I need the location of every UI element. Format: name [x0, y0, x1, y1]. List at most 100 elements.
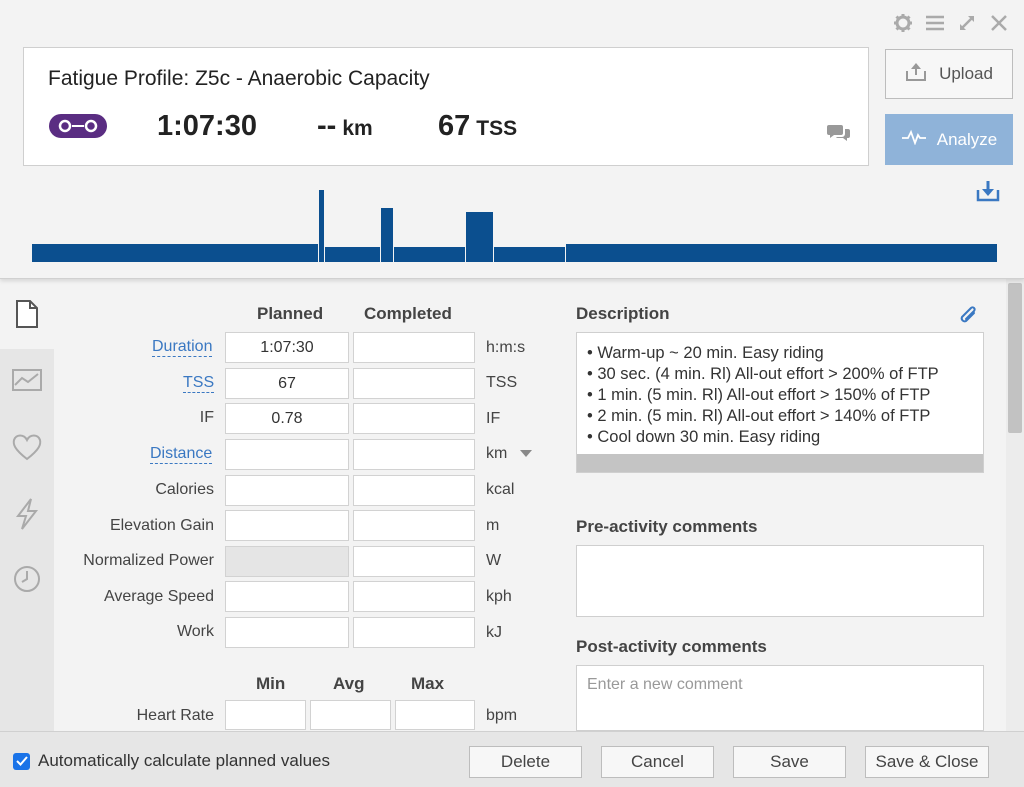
normalized-power-completed-input[interactable]: [353, 546, 475, 577]
close-icon[interactable]: [988, 12, 1010, 34]
sidebar: [0, 279, 54, 731]
document-icon: [16, 300, 38, 328]
tss-metric: 67 TSS: [438, 110, 517, 143]
chevron-down-icon[interactable]: [520, 450, 532, 457]
distance-planned-input[interactable]: [225, 439, 349, 470]
workout-segment-bar[interactable]: [466, 212, 493, 262]
workout-segment-bar[interactable]: [325, 247, 380, 262]
cancel-button[interactable]: Cancel: [601, 746, 714, 778]
tss-completed-input[interactable]: [353, 368, 475, 399]
duration-label[interactable]: Duration: [152, 338, 213, 357]
duration-planned-input[interactable]: 1:07:30: [225, 332, 349, 363]
duration-unit: h:m:s: [486, 339, 526, 356]
delete-button[interactable]: Delete: [469, 746, 582, 778]
auto-calculate-label[interactable]: Automatically calculate planned values: [38, 751, 330, 771]
comments-icon[interactable]: [827, 122, 851, 147]
distance-unit: km: [342, 117, 373, 140]
calories-label: Calories: [155, 481, 214, 498]
tab-time[interactable]: [0, 544, 54, 614]
duration-metric: 1:07:30: [157, 110, 257, 143]
workout-segment-bar[interactable]: [32, 244, 318, 262]
menu-icon[interactable]: [924, 12, 946, 34]
distance-completed-input[interactable]: [353, 439, 475, 470]
save-button[interactable]: Save: [733, 746, 846, 778]
if-completed-input[interactable]: [353, 403, 475, 434]
heart-rate-unit: bpm: [486, 707, 518, 724]
duration-value: 1:07:30: [157, 110, 257, 142]
normalized-power-unit: W: [486, 552, 502, 569]
completed-column-header: Completed: [364, 304, 452, 323]
tss-unit: TSS: [486, 374, 518, 391]
post-activity-heading: Post-activity comments: [576, 637, 767, 656]
tss-value: 67: [438, 110, 471, 142]
scrollbar-thumb[interactable]: [1008, 283, 1022, 433]
description-item: 2 min. (5 min. Rl) All-out effort > 140%…: [587, 406, 983, 427]
normalized-power-label: Normalized Power: [83, 552, 214, 569]
upload-button[interactable]: Upload: [885, 49, 1013, 99]
expand-icon[interactable]: [956, 12, 978, 34]
tab-charts[interactable]: [0, 345, 54, 415]
window-controls: [892, 12, 1010, 34]
average-speed-completed-input[interactable]: [353, 581, 475, 612]
checkmark-icon: [15, 756, 28, 766]
duration-completed-input[interactable]: [353, 332, 475, 363]
analyze-label: Analyze: [936, 129, 998, 149]
tss-label[interactable]: TSS: [183, 374, 215, 393]
save-close-button[interactable]: Save & Close: [865, 746, 989, 778]
max-column-header: Max: [411, 674, 445, 693]
work-completed-input[interactable]: [353, 617, 475, 648]
tab-power[interactable]: [0, 479, 54, 549]
elevation-gain-label: Elevation Gain: [109, 517, 214, 534]
calories-completed-input[interactable]: [353, 475, 475, 506]
elevation-gain-completed-input[interactable]: [353, 510, 475, 541]
workout-segment-bar[interactable]: [566, 244, 997, 262]
tss-planned-input[interactable]: 67: [225, 368, 349, 399]
average-speed-unit: kph: [486, 588, 512, 605]
analyze-button[interactable]: Analyze: [885, 114, 1013, 165]
lightning-icon: [15, 498, 39, 530]
planned-column-header: Planned: [257, 304, 324, 323]
heart-rate-min-input[interactable]: [225, 700, 306, 730]
tab-heart-rate[interactable]: [0, 412, 54, 482]
description-item: 1 min. (5 min. Rl) All-out effort > 150%…: [587, 385, 983, 406]
auto-calculate-checkbox[interactable]: [13, 752, 30, 770]
workout-segment-bar[interactable]: [381, 208, 393, 262]
elevation-gain-planned-input[interactable]: [225, 510, 349, 541]
post-activity-comment-input[interactable]: Enter a new comment: [576, 665, 984, 731]
upload-label: Upload: [939, 64, 993, 83]
description-scrollbar[interactable]: [577, 454, 983, 472]
distance-label[interactable]: Distance: [150, 445, 213, 464]
work-planned-input[interactable]: [225, 617, 349, 648]
calories-planned-input[interactable]: [225, 475, 349, 506]
avg-column-header: Avg: [333, 674, 365, 693]
post-activity-placeholder: Enter a new comment: [587, 676, 743, 693]
workout-segment-bar[interactable]: [394, 247, 465, 262]
description-box[interactable]: Warm-up ~ 20 min. Easy riding 30 sec. (4…: [576, 332, 984, 473]
average-speed-planned-input[interactable]: [225, 581, 349, 612]
if-planned-input[interactable]: 0.78: [225, 403, 349, 434]
description-item: 30 sec. (4 min. Rl) All-out effort > 200…: [587, 364, 983, 385]
tab-details[interactable]: [0, 279, 54, 349]
distance-metric: -- km: [317, 110, 373, 143]
normalized-power-planned-input: [225, 546, 349, 577]
upload-icon: [905, 62, 927, 87]
panel-scrollbar[interactable]: [1006, 279, 1024, 731]
heart-rate-avg-input[interactable]: [310, 700, 391, 730]
work-label: Work: [176, 623, 214, 640]
workout-segment-bar[interactable]: [319, 190, 324, 262]
description-list: Warm-up ~ 20 min. Easy riding 30 sec. (4…: [587, 343, 983, 448]
bike-icon: [48, 113, 108, 144]
workout-title[interactable]: Fatigue Profile: Z5c - Anaerobic Capacit…: [48, 67, 430, 91]
heart-rate-label: Heart Rate: [136, 707, 214, 724]
min-column-header: Min: [256, 674, 286, 693]
workout-profile-chart: [32, 190, 997, 262]
distance-unit-select[interactable]: km: [486, 445, 507, 463]
work-unit: kJ: [486, 624, 502, 641]
workout-segment-bar[interactable]: [494, 247, 565, 262]
heart-rate-max-input[interactable]: [395, 700, 475, 730]
chart-icon: [12, 369, 42, 391]
paperclip-icon[interactable]: [957, 304, 979, 333]
pre-activity-comments-input[interactable]: [576, 545, 984, 617]
gear-icon[interactable]: [892, 12, 914, 34]
description-item: Warm-up ~ 20 min. Easy riding: [587, 343, 983, 364]
